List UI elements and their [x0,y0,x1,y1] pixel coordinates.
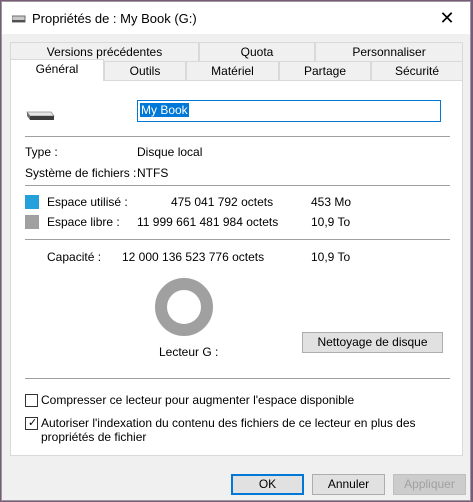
drive-name-input[interactable]: My Book [137,100,441,122]
index-label: Autoriser l'indexation du contenu des fi… [41,416,416,444]
compress-checkbox[interactable] [25,394,38,407]
cancel-label: Annuler [327,477,370,491]
type-label: Type : [25,145,58,159]
used-space-swatch [25,195,39,209]
apply-button[interactable]: Appliquer [393,474,466,495]
drive-letter-label: Lecteur G : [159,345,219,359]
cancel-button[interactable]: Annuler [312,474,385,495]
divider [25,185,450,186]
drive-icon [11,13,26,27]
disk-cleanup-label: Nettoyage de disque [317,335,428,349]
ok-label: OK [258,477,277,491]
capacity-size: 10,9 To [311,250,351,264]
tab-label: Personnaliser [352,45,426,59]
tab-partage[interactable]: Partage [279,61,371,80]
tab-label: Partage [303,64,347,78]
index-checkbox[interactable]: ✓ [25,417,38,430]
tab-label: Matériel [211,64,254,78]
free-space-swatch [25,215,39,229]
type-value: Disque local [137,145,203,159]
used-space-bytes: 475 041 792 octets [171,195,274,209]
tab-label: Sécurité [394,64,440,78]
capacity-bytes: 12 000 136 523 776 octets [122,250,265,264]
tab-securite[interactable]: Sécurité [371,61,463,80]
free-space-label: Espace libre : [47,215,120,229]
tab-materiel[interactable]: Matériel [186,61,279,80]
tab-label: Outils [129,64,161,78]
properties-window: Propriétés de : My Book (G:) ✕ Versions … [1,1,471,501]
apply-label: Appliquer [404,477,455,491]
close-button[interactable]: ✕ [424,2,470,34]
filesystem-value: NTFS [137,166,169,180]
used-space-size: 453 Mo [311,195,352,209]
used-space-label: Espace utilisé : [47,195,128,209]
tab-personnaliser[interactable]: Personnaliser [315,42,463,61]
usage-donut-chart [155,278,213,336]
free-space-bytes: 11 999 661 481 984 octets [137,215,279,229]
capacity-label: Capacité : [47,250,102,264]
divider [25,378,450,379]
disk-cleanup-button[interactable]: Nettoyage de disque [302,332,443,353]
free-space-size: 10,9 To [311,215,351,229]
free-space-ring [155,278,213,336]
close-icon: ✕ [439,7,455,28]
tab-quota[interactable]: Quota [199,42,315,61]
check-icon: ✓ [28,417,38,429]
compress-label: Compresser ce lecteur pour augmenter l'e… [41,393,355,407]
tab-label: Versions précédentes [46,45,163,59]
general-panel: My Book Type : Disque local Système de f… [10,80,463,456]
filesystem-label: Système de fichiers : [25,166,137,180]
title-bar: Propriétés de : My Book (G:) ✕ [2,2,470,34]
divider [25,239,450,240]
tab-outils[interactable]: Outils [104,61,186,80]
tab-label: Général [35,62,79,76]
window-title: Propriétés de : My Book (G:) [32,11,197,26]
tab-label: Quota [240,45,274,59]
divider [25,136,450,137]
tab-general[interactable]: Général [10,59,104,81]
drive-name-value: My Book [140,103,189,117]
drive-large-icon [25,108,55,125]
ok-button[interactable]: OK [231,474,304,495]
